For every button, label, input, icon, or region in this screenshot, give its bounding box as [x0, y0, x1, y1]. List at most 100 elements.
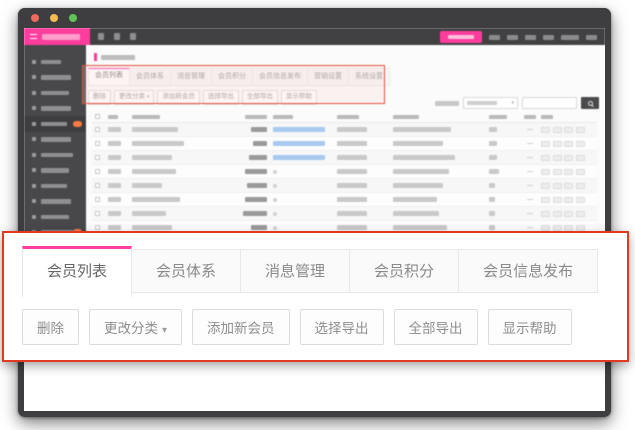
add-member-button[interactable]: 添加新会员 [157, 90, 200, 105]
action-link[interactable] [564, 155, 573, 161]
row-checkbox[interactable] [95, 197, 100, 202]
action-link[interactable] [576, 127, 585, 133]
row-checkbox[interactable] [95, 141, 100, 146]
tab-member-points[interactable]: 会员积分 [212, 68, 253, 86]
sidebar-item[interactable] [24, 54, 86, 70]
delete-button[interactable]: 删除 [88, 90, 111, 105]
link-blurred[interactable] [273, 155, 325, 160]
close-button[interactable] [31, 14, 39, 22]
add-member-button[interactable]: 添加新会员 [192, 309, 290, 345]
action-link[interactable] [541, 225, 550, 231]
select-all-checkbox[interactable] [95, 114, 100, 119]
search-button[interactable] [581, 97, 599, 109]
action-link[interactable] [541, 197, 550, 203]
action-link[interactable] [553, 141, 562, 147]
table-row[interactable] [92, 165, 597, 179]
tab-message-management[interactable]: 消息管理 [171, 68, 212, 86]
sidebar-item[interactable] [24, 209, 86, 225]
show-help-button[interactable]: 显示帮助 [488, 309, 572, 345]
table-row[interactable] [92, 207, 597, 221]
row-checkbox[interactable] [95, 169, 100, 174]
header-primary-button[interactable] [440, 31, 482, 43]
tab-member-info-publish[interactable]: 会员信息发布 [253, 68, 308, 86]
sidebar-item[interactable] [24, 132, 86, 148]
tab-member-list[interactable]: 会员列表 [88, 68, 130, 86]
row-checkbox[interactable] [95, 211, 100, 216]
action-link[interactable] [541, 169, 550, 175]
sidebar-item-active[interactable] [24, 116, 86, 132]
action-link[interactable] [564, 197, 573, 203]
sidebar-item[interactable] [24, 147, 86, 163]
header-menu-item[interactable] [586, 35, 597, 40]
action-link[interactable] [553, 197, 562, 203]
table-row[interactable] [92, 179, 597, 193]
table-row[interactable] [92, 193, 597, 207]
action-link[interactable] [541, 155, 550, 161]
action-link[interactable] [553, 169, 562, 175]
table-row[interactable] [92, 151, 597, 165]
row-checkbox[interactable] [95, 183, 100, 188]
sidebar-item[interactable] [24, 178, 86, 194]
link-blurred[interactable] [273, 141, 325, 146]
action-link[interactable] [541, 183, 550, 189]
sidebar-item[interactable] [24, 70, 86, 86]
export-selected-button[interactable]: 选择导出 [203, 90, 239, 105]
tab-member-points[interactable]: 会员积分 [350, 249, 459, 293]
action-link[interactable] [576, 211, 585, 217]
sidebar-item[interactable] [24, 194, 86, 210]
action-link[interactable] [576, 197, 585, 203]
action-link[interactable] [541, 141, 550, 147]
change-category-button[interactable]: 更改分类 ▾ [114, 90, 154, 105]
header-menu-item[interactable] [507, 35, 518, 40]
action-link[interactable] [553, 225, 562, 231]
app-logo[interactable] [24, 28, 90, 45]
action-link[interactable] [553, 127, 562, 133]
header-icon[interactable] [114, 33, 120, 40]
sidebar-item[interactable] [24, 85, 86, 101]
export-selected-button[interactable]: 选择导出 [300, 309, 384, 345]
search-input[interactable] [522, 97, 577, 109]
action-link[interactable] [564, 225, 573, 231]
header-menu-item[interactable] [489, 35, 500, 40]
tab-system-settings[interactable]: 系统设置 [349, 68, 390, 86]
tab-member-info-publish[interactable]: 会员信息发布 [459, 249, 598, 293]
action-link[interactable] [553, 155, 562, 161]
tab-message-management[interactable]: 消息管理 [241, 249, 350, 293]
sidebar-item[interactable] [24, 163, 86, 179]
link-blurred[interactable] [273, 127, 325, 132]
action-link[interactable] [576, 225, 585, 231]
action-link[interactable] [553, 211, 562, 217]
action-link[interactable] [564, 211, 573, 217]
row-checkbox[interactable] [95, 127, 100, 132]
search-filter-select[interactable]: ▾ [463, 97, 518, 109]
action-link[interactable] [541, 127, 550, 133]
table-row[interactable] [92, 123, 597, 137]
export-all-button[interactable]: 全部导出 [394, 309, 478, 345]
sidebar-item[interactable] [24, 101, 86, 117]
delete-button[interactable]: 删除 [22, 309, 79, 345]
header-menu-item[interactable] [525, 35, 536, 40]
action-link[interactable] [564, 141, 573, 147]
action-link[interactable] [576, 141, 585, 147]
tab-marketing-settings[interactable]: 营销设置 [308, 68, 349, 86]
action-link[interactable] [576, 155, 585, 161]
action-link[interactable] [564, 183, 573, 189]
export-all-button[interactable]: 全部导出 [242, 90, 278, 105]
action-link[interactable] [541, 211, 550, 217]
show-help-button[interactable]: 显示帮助 [281, 90, 317, 105]
tab-member-list[interactable]: 会员列表 [22, 246, 132, 297]
action-link[interactable] [564, 169, 573, 175]
table-row[interactable] [92, 137, 597, 151]
action-link[interactable] [576, 169, 585, 175]
header-icon[interactable] [98, 33, 104, 40]
header-menu-item[interactable] [561, 35, 579, 40]
minimize-button[interactable] [50, 14, 58, 22]
action-link[interactable] [564, 127, 573, 133]
header-icon[interactable] [130, 33, 136, 40]
header-menu-item[interactable] [543, 35, 554, 40]
zoom-button[interactable] [69, 14, 77, 22]
tab-member-system[interactable]: 会员体系 [130, 68, 171, 86]
row-checkbox[interactable] [95, 225, 100, 230]
tab-member-system[interactable]: 会员体系 [132, 249, 241, 293]
change-category-button[interactable]: 更改分类▾ [89, 309, 182, 345]
